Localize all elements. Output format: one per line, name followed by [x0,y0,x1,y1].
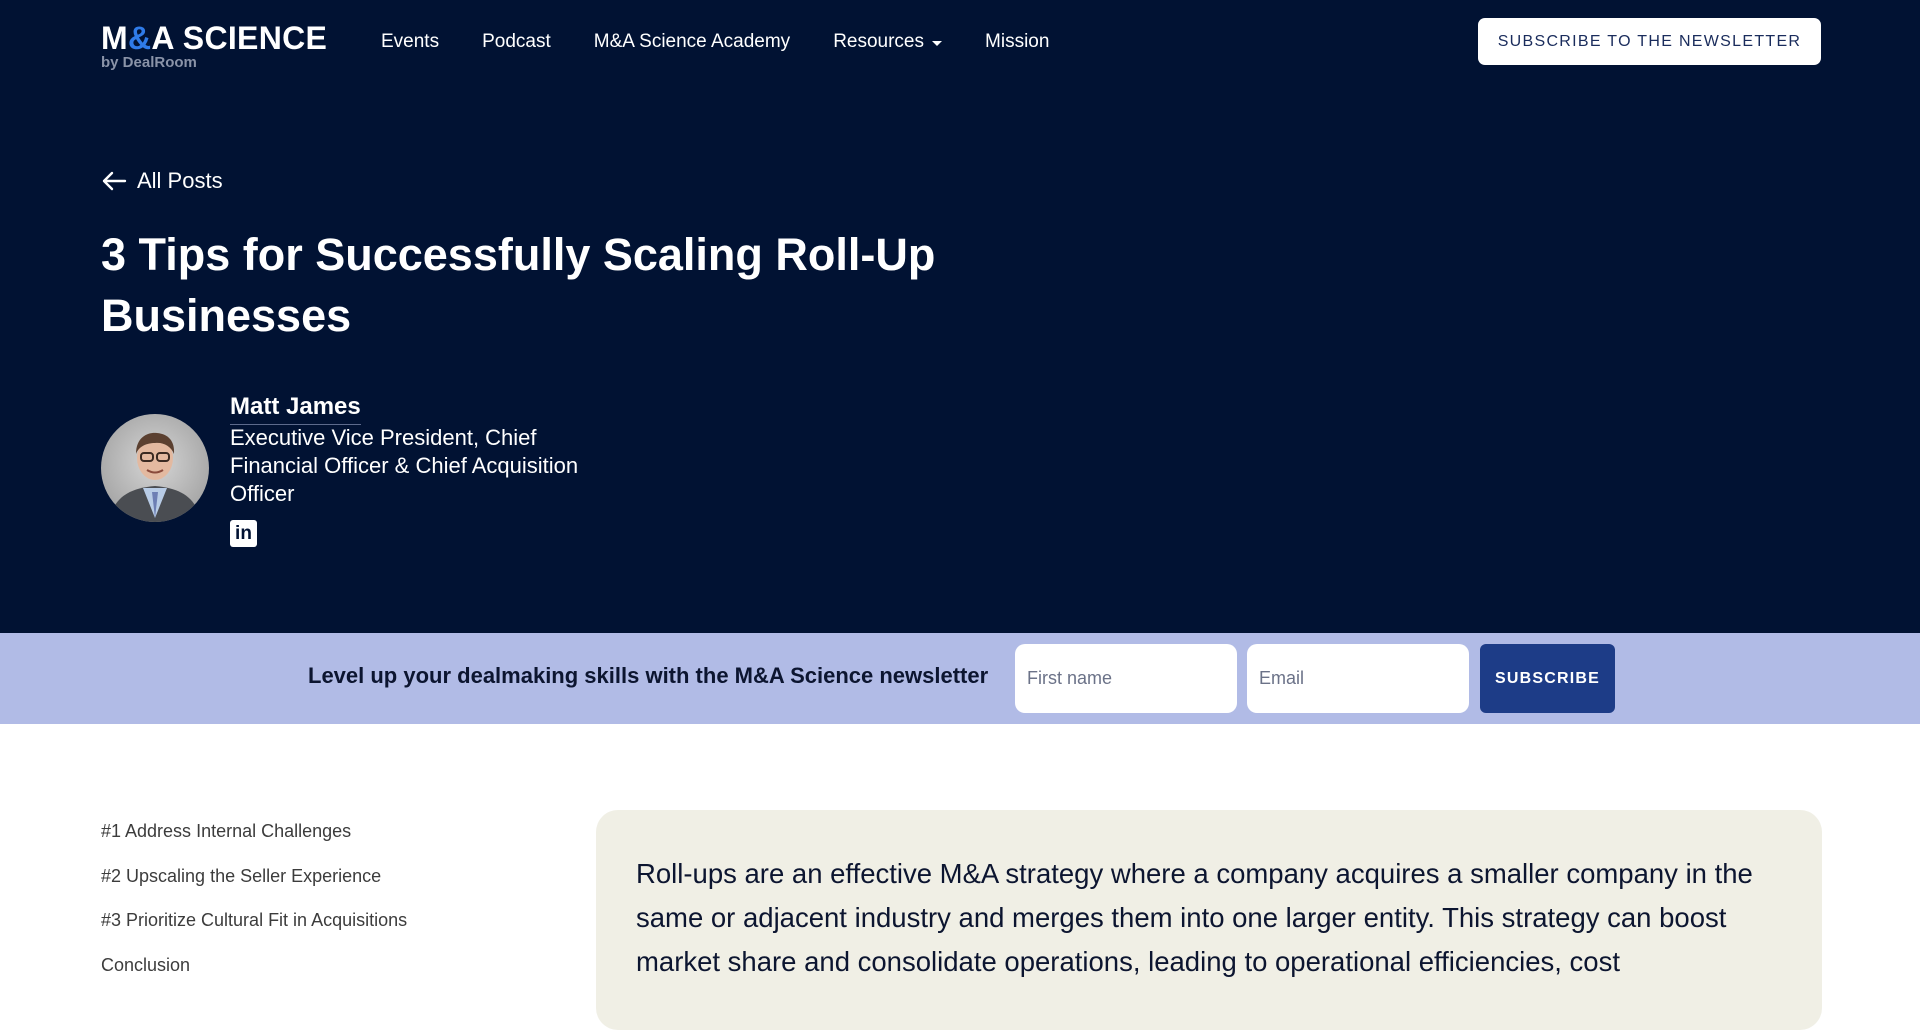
first-name-input[interactable] [1015,644,1237,713]
toc-item-conclusion[interactable]: Conclusion [101,952,407,978]
site-logo[interactable]: M&A SCIENCE by DealRoom [101,20,327,71]
toc-item-upscaling-seller-experience[interactable]: #2 Upscaling the Seller Experience [101,863,407,889]
arrow-left-icon [102,171,127,191]
subscribe-button[interactable]: SUBSCRIBE [1480,644,1615,713]
linkedin-icon[interactable]: in [230,520,257,547]
nav-item-events[interactable]: Events [381,28,439,56]
nav-item-resources[interactable]: Resources [833,28,943,56]
author-job-title: Executive Vice President, Chief Financia… [230,425,579,506]
email-input[interactable] [1247,644,1469,713]
all-posts-link[interactable]: All Posts [101,168,223,194]
toc-item-address-internal-challenges[interactable]: #1 Address Internal Challenges [101,818,407,844]
toc-item-cultural-fit[interactable]: #3 Prioritize Cultural Fit in Acquisitio… [101,907,407,933]
nav-item-academy[interactable]: M&A Science Academy [594,28,790,56]
logo-byline: by DealRoom [101,54,197,71]
main-nav: Events Podcast M&A Science Academy Resou… [381,28,1092,56]
caret-down-icon [932,40,943,46]
nav-label: Resources [833,31,925,52]
author-photo [109,432,201,522]
subscribe-newsletter-button[interactable]: SUBSCRIBE TO THE NEWSLETTER [1478,18,1821,65]
author-name-link[interactable]: Matt James [230,391,361,425]
nav-item-podcast[interactable]: Podcast [482,28,551,56]
logo-ampersand: & [127,20,152,56]
intro-card: Roll-ups are an effective M&A strategy w… [596,810,1822,1030]
nav-item-mission[interactable]: Mission [985,28,1049,56]
nav-label: Mission [985,31,1050,52]
all-posts-label: All Posts [137,168,223,193]
newsletter-pitch: Level up your dealmaking skills with the… [308,663,989,688]
logo-wordmark: M&A SCIENCE [101,20,328,56]
nav-label: M&A Science Academy [593,31,791,52]
nav-label: Events [381,31,440,52]
article-title: 3 Tips for Successfully Scaling Roll-Up … [101,229,936,341]
hero-section: M&A SCIENCE by DealRoom Events Podcast M… [0,0,1920,633]
intro-paragraph: Roll-ups are an effective M&A strategy w… [636,858,1753,977]
author-avatar [101,414,209,522]
newsletter-band: Level up your dealmaking skills with the… [0,633,1920,724]
table-of-contents: #1 Address Internal Challenges #2 Upscal… [101,818,407,996]
nav-label: Podcast [482,31,551,52]
